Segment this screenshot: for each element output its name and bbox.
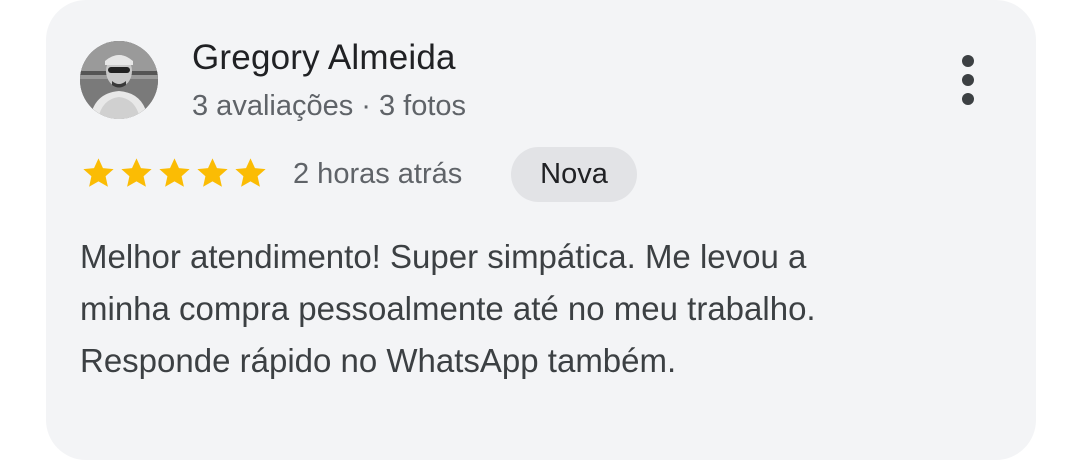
star-icon — [121, 158, 152, 187]
star-icon — [159, 158, 190, 187]
more-vert-icon[interactable] — [950, 55, 986, 109]
review-text-line: Melhor atendimento! Super simpática. Me … — [80, 238, 807, 275]
new-badge: Nova — [511, 147, 637, 202]
avatar[interactable] — [80, 41, 158, 119]
author-meta: 3 avaliações · 3 fotos — [192, 90, 467, 122]
star-icon — [235, 158, 266, 187]
review-text-line: minha compra pessoalmente até no meu tra… — [80, 290, 816, 327]
review-text-line: Responde rápido no WhatsApp também. — [80, 342, 677, 379]
star-icon — [197, 158, 228, 187]
star-rating — [80, 155, 269, 192]
review-text: Melhor atendimento! Super simpática. Me … — [80, 231, 980, 387]
author-name[interactable]: Gregory Almeida — [192, 38, 456, 78]
star-icon — [83, 158, 114, 187]
review-time: 2 horas atrás — [293, 158, 463, 190]
